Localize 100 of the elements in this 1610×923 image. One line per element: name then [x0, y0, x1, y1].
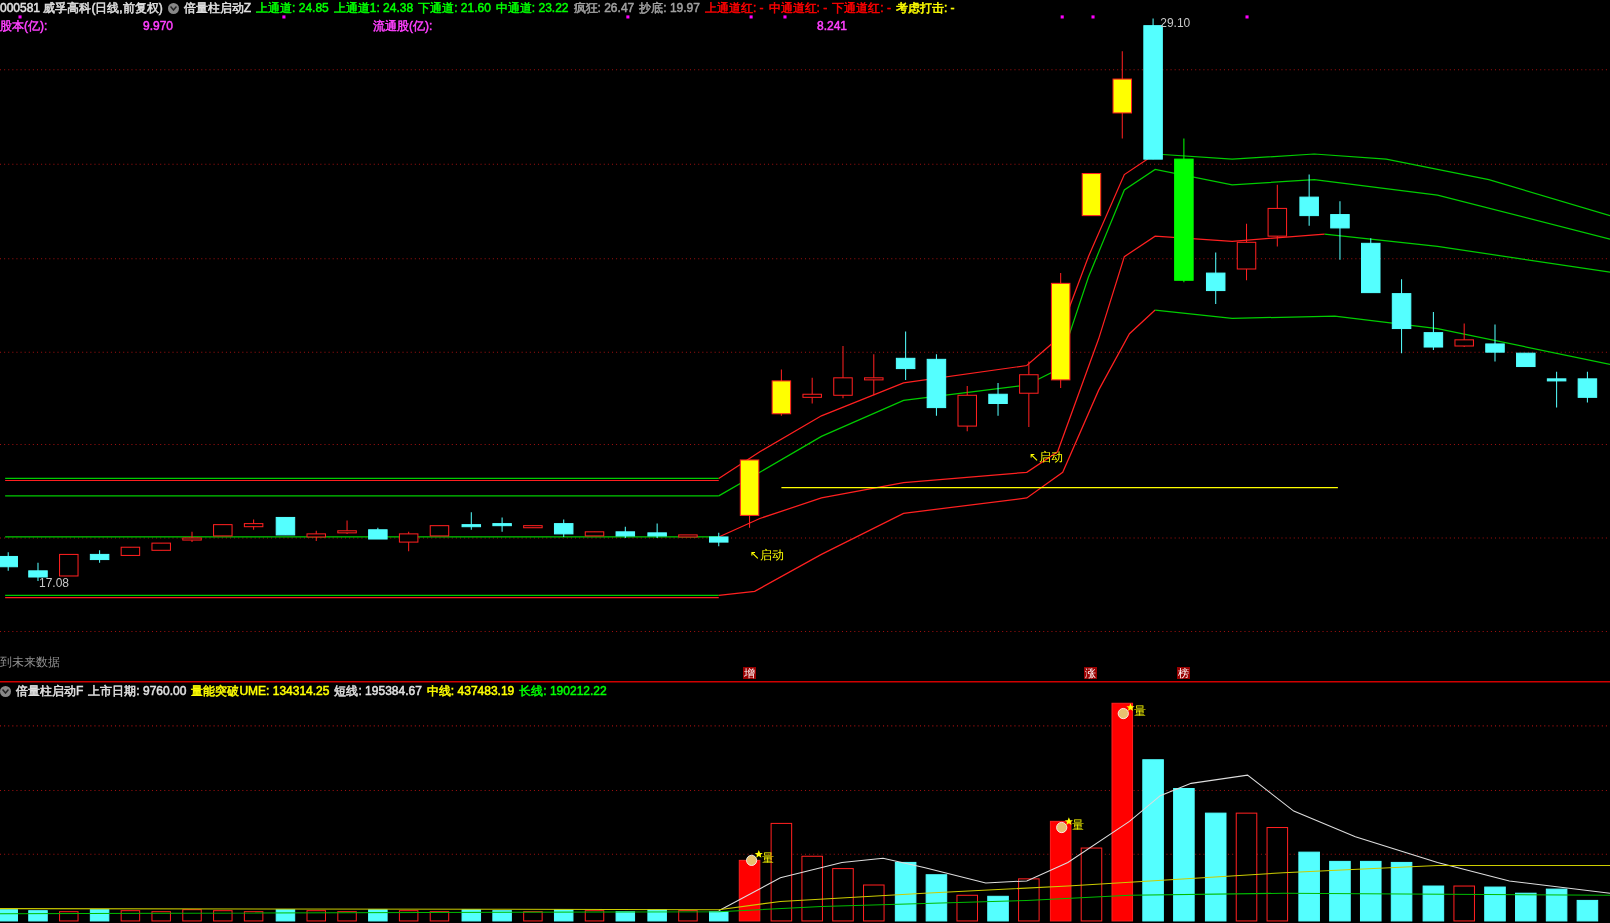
candlestick: [429, 525, 450, 537]
star-icon: [754, 850, 763, 858]
candlestick: [895, 331, 916, 381]
volume-bar: [0, 909, 18, 922]
indicator-value: 上通道1: 24.38: [333, 0, 414, 17]
candlestick: [1236, 223, 1257, 281]
candlestick: [306, 530, 326, 542]
candlestick: [988, 382, 1008, 417]
signal-tag: 榜: [1176, 667, 1190, 680]
candlestick: [1454, 322, 1474, 348]
candlestick: [584, 531, 605, 537]
signal-tag: 涨: [1084, 667, 1098, 680]
volume-bar: [615, 911, 636, 922]
indicator-value: 抄底: 19.97: [639, 0, 700, 17]
volume-bar: [275, 909, 296, 922]
candlestick: [615, 526, 636, 539]
volume-signal-label: 量: [1133, 703, 1146, 721]
candlestick: [337, 520, 357, 535]
candlestick: [275, 516, 296, 536]
indicator-value: 下通道: 21.60: [418, 0, 491, 17]
dropdown-icon[interactable]: [167, 3, 179, 14]
indicator-value: 上通道: 24.85: [256, 0, 329, 17]
volume-bar: [1515, 892, 1537, 922]
indicator-value: 长线: 190212.22: [519, 682, 607, 700]
candlestick: [461, 511, 482, 531]
volume-bar: [1329, 860, 1351, 922]
candlestick: [368, 527, 388, 540]
candlestick: [864, 353, 884, 396]
candlestick: [0, 551, 18, 572]
signal-tag: 增: [743, 667, 757, 680]
candlestick: [1361, 237, 1381, 294]
indicator-value: 考虑打击: -: [895, 0, 955, 17]
volume-bar: [461, 909, 482, 922]
signal-label: ↖启动: [749, 547, 784, 565]
candlestick: [739, 459, 760, 529]
candlestick: [678, 534, 698, 538]
volume-bar: [1545, 888, 1568, 922]
candlestick: [213, 524, 233, 537]
info-label: 流通股(亿):: [373, 17, 434, 35]
candlestick: [647, 523, 667, 539]
candlestick: [1205, 252, 1226, 305]
candlestick: [59, 553, 79, 577]
volume-bar: [647, 909, 667, 922]
info-label: 股本(亿):: [0, 17, 49, 35]
info-value: 9.970: [143, 19, 175, 33]
volume-bar: [553, 909, 574, 922]
indicator-value: 中通道: 23.22: [495, 0, 569, 17]
candlestick: [1019, 360, 1039, 428]
candlestick: [1577, 371, 1598, 403]
volume-bar: [987, 895, 1009, 922]
candlestick: [957, 385, 977, 432]
volume-bar: [925, 874, 948, 922]
volume-bar: [89, 909, 110, 922]
indicator-value: 疯狂: 26.47: [573, 0, 635, 17]
volume-bar: [492, 910, 512, 922]
volume-bar: [1422, 885, 1445, 922]
volume-bar: [1359, 860, 1382, 922]
candlestick: [151, 542, 171, 551]
volume-signal-label: 量: [1071, 817, 1084, 835]
stock-title: 000581 威孚高科(日线,前复权): [0, 0, 163, 17]
volume-bar: [1390, 861, 1413, 922]
candlestick: [553, 519, 574, 538]
candlestick: [1516, 352, 1536, 368]
star-icon: [1126, 703, 1135, 711]
price-label: 17.08: [39, 575, 70, 590]
indicator-value: 下通道红: -: [832, 0, 891, 17]
note-text: 到未来数据: [0, 654, 60, 671]
volume-bar: [894, 861, 917, 922]
volume-bar: [368, 909, 388, 922]
volume-bar: [28, 910, 48, 922]
indicator-value: 上市日期: 9760.00: [88, 682, 187, 700]
candlestick: [120, 546, 141, 556]
candlestick: [1330, 200, 1350, 261]
candlestick: [771, 369, 792, 417]
candlestick: [1546, 371, 1567, 409]
candlestick: [523, 525, 543, 529]
indicator-name: 倍量柱启动Z: [183, 0, 252, 17]
candlestick: [926, 353, 947, 417]
indicator-value: 中线: 437483.19: [426, 682, 515, 700]
indicator-value: 中通道红: -: [768, 0, 828, 17]
indicator-value: 短线: 195384.67: [334, 682, 422, 700]
candlestick: [802, 377, 822, 404]
candlestick: [1423, 311, 1444, 351]
candlestick: [1485, 323, 1505, 362]
candlestick: [1267, 184, 1288, 247]
volume-bar: [1576, 899, 1599, 922]
candlestick: [1081, 173, 1102, 217]
star-icon: [1064, 817, 1073, 825]
info-value: 8.241: [817, 19, 848, 33]
candlestick: [243, 519, 264, 531]
candlestick: [182, 531, 202, 543]
volume-bar: [1484, 886, 1506, 922]
candlestick: [709, 532, 729, 547]
indicator-name: 倍量柱启动F: [16, 682, 84, 700]
dropdown-icon[interactable]: [0, 685, 11, 697]
candlestick: [492, 516, 512, 533]
indicator-value: 上通道红: -: [704, 0, 764, 17]
candlestick: [1299, 174, 1319, 227]
indicator-value: 量能突破UME: 134314.25: [191, 682, 330, 700]
candlestick: [89, 549, 110, 564]
